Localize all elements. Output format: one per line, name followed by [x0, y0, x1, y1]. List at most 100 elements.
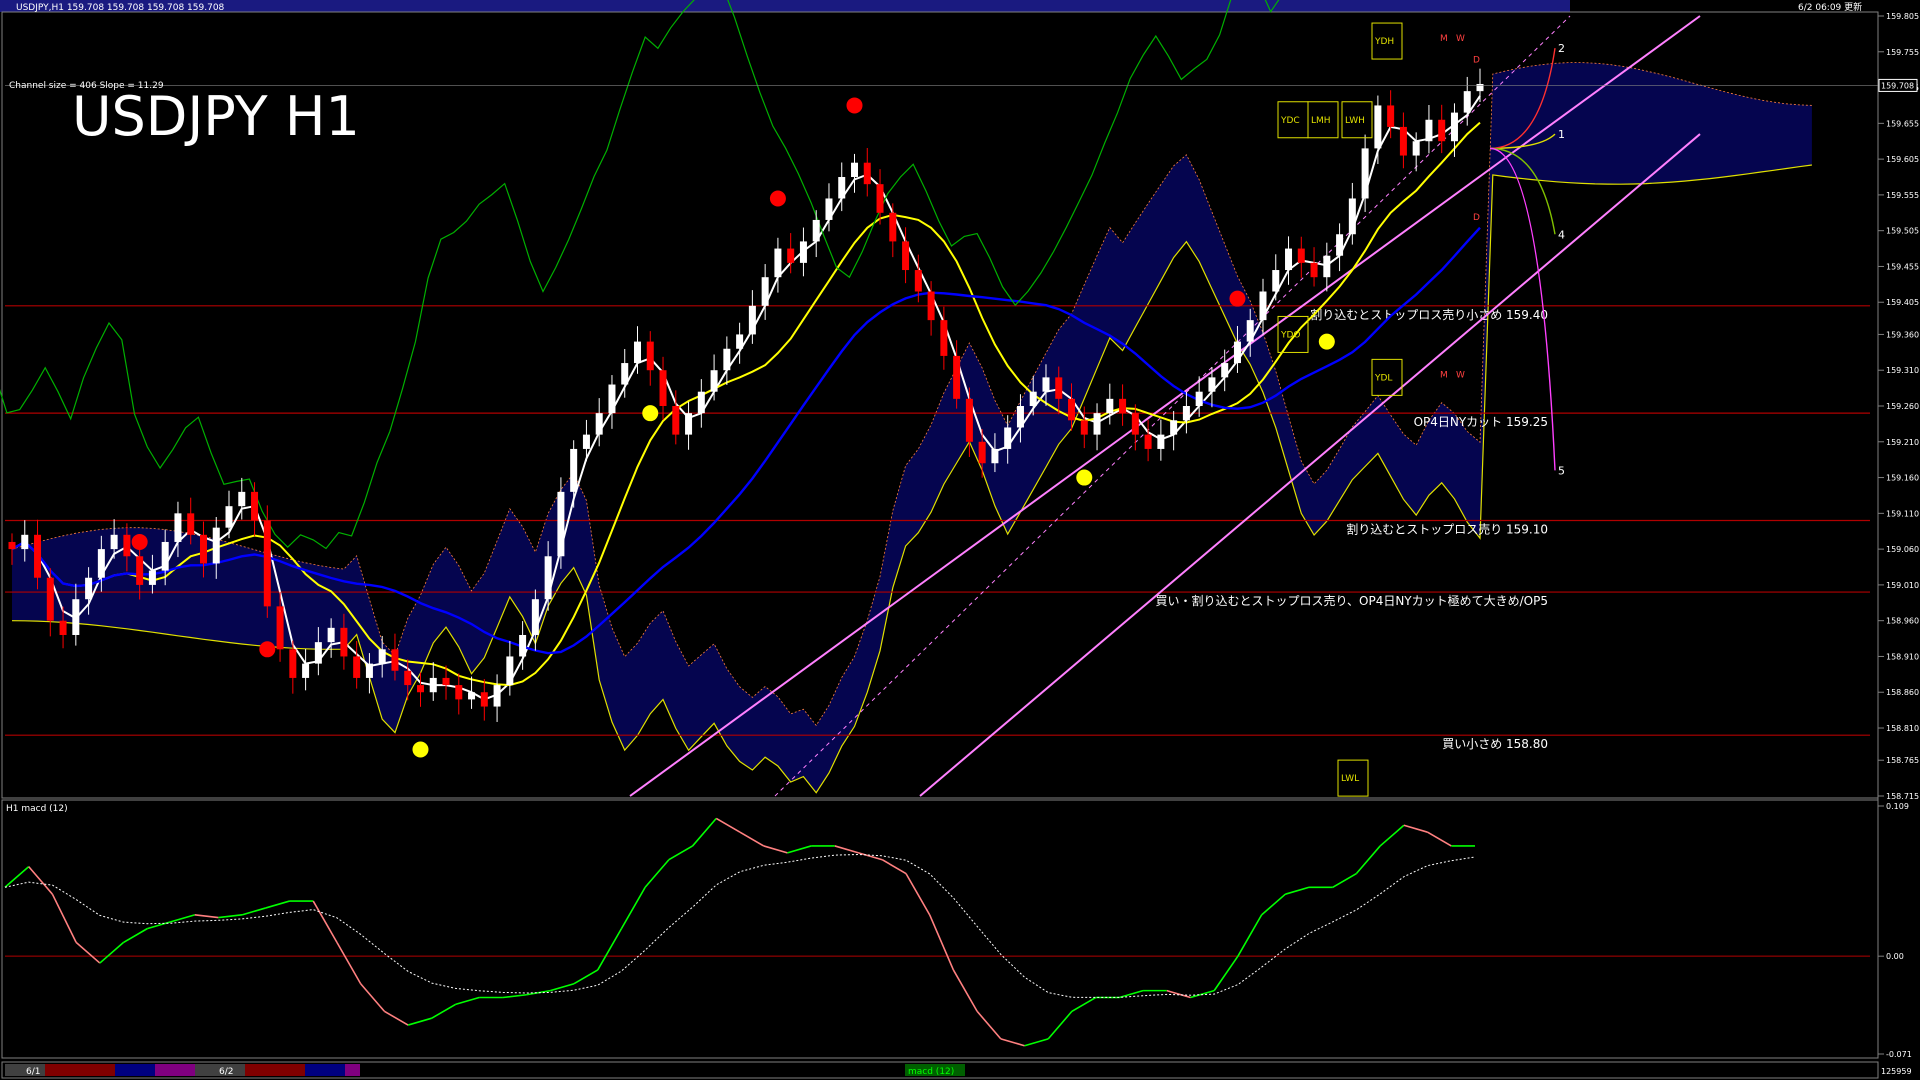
- candle-body: [416, 685, 424, 693]
- candle-body: [889, 212, 897, 242]
- projection-label: 4: [1558, 228, 1565, 241]
- price-tick-label: 159.010: [1886, 581, 1919, 590]
- price-tick-label: 158.860: [1886, 688, 1919, 697]
- candle-body: [85, 577, 93, 600]
- candle-body: [544, 556, 552, 600]
- price-tick-label: 158.910: [1886, 652, 1919, 661]
- candle-body: [1055, 377, 1063, 399]
- candle-body: [1450, 112, 1458, 142]
- candle-body: [633, 341, 641, 364]
- candle-body: [429, 677, 437, 693]
- candle-body: [1170, 420, 1178, 435]
- sell-signal-icon: [769, 190, 786, 207]
- candle-body: [480, 692, 488, 707]
- price-tick-label: 158.765: [1886, 756, 1919, 765]
- candle-body: [1387, 105, 1395, 127]
- price-tick-label: 159.655: [1886, 119, 1919, 128]
- price-tick-label: 159.360: [1886, 330, 1919, 339]
- candle-body: [940, 320, 948, 356]
- chart-canvas: 割り込むとストップロス売り小さめ 159.40 OP4日NYカット 159.25 割…: [0, 0, 1920, 1080]
- candle-body: [1093, 413, 1101, 435]
- candle-body: [123, 534, 131, 557]
- candle-body: [148, 570, 156, 585]
- candle-body: [991, 448, 999, 464]
- date-label-1: 6/1: [26, 1067, 40, 1077]
- server-time: 6/2 06:09 更新: [1798, 1, 1862, 13]
- candle-body: [21, 534, 29, 550]
- macd-tab-label: macd (12): [908, 1067, 954, 1077]
- candle-body: [774, 248, 782, 278]
- projection-label: 1: [1558, 128, 1565, 141]
- level-label: OP4日NYカット 159.25: [1414, 415, 1548, 429]
- candle-body: [531, 599, 539, 635]
- price-tick-label: 158.960: [1886, 617, 1919, 626]
- macd-tick-label: 0.109: [1886, 802, 1909, 811]
- candle-body: [97, 549, 105, 578]
- candle-body: [327, 627, 335, 643]
- candle-body: [863, 162, 871, 185]
- period-box-label: LWH: [1345, 116, 1365, 126]
- price-tick-label: 159.505: [1886, 227, 1919, 236]
- candle-body: [391, 649, 399, 671]
- candle-body: [493, 685, 501, 707]
- period-box-label: M: [1440, 370, 1448, 380]
- buy-signal-icon: [1076, 469, 1093, 486]
- candle-body: [748, 305, 756, 335]
- macd-tick-label: -0.071: [1886, 1050, 1912, 1059]
- candle-body: [646, 341, 654, 371]
- sell-signal-icon: [1229, 290, 1246, 307]
- candle-body: [1361, 148, 1369, 199]
- sell-signal-icon: [846, 97, 863, 114]
- period-box-label: YDO: [1280, 330, 1301, 340]
- candle-body: [672, 406, 680, 435]
- candle-body: [914, 270, 922, 292]
- level-label: 割り込むとストップロス売り小さめ 159.40: [1310, 307, 1548, 322]
- candle-body: [8, 541, 16, 550]
- candle-body: [1208, 377, 1216, 392]
- candle-body: [1285, 248, 1293, 271]
- candle-body: [340, 627, 348, 657]
- candle-body: [34, 534, 42, 578]
- candle-body: [965, 398, 973, 442]
- date-label-2: 6/2: [219, 1067, 233, 1077]
- candle-body: [825, 198, 833, 220]
- sell-signal-icon: [131, 533, 148, 550]
- candle-body: [812, 219, 820, 242]
- price-tick-label: 159.210: [1886, 438, 1919, 447]
- level-label: 買い小さめ 158.80: [1442, 737, 1548, 751]
- level-label: 割り込むとストップロス売り 159.10: [1346, 521, 1548, 536]
- current-price-label: 159.708: [1881, 81, 1914, 90]
- macd-title: H1 macd (12): [6, 804, 68, 814]
- price-tick-label: 159.455: [1886, 262, 1919, 271]
- candle-body: [212, 527, 220, 564]
- candle-body: [1463, 91, 1471, 113]
- candle-body: [136, 556, 144, 585]
- candle-body: [1195, 391, 1203, 406]
- candle-body: [1323, 255, 1331, 278]
- sell-signal-icon: [259, 641, 276, 658]
- candle-body: [787, 248, 795, 263]
- projection-label: 5: [1558, 464, 1565, 477]
- buy-signal-icon: [412, 741, 429, 758]
- candle-body: [978, 441, 986, 464]
- candle-body: [1068, 398, 1076, 421]
- candle-body: [1004, 427, 1012, 449]
- price-tick-label: 158.715: [1886, 792, 1919, 801]
- candle-body: [1425, 119, 1433, 142]
- candle-body: [365, 663, 373, 678]
- candle-body: [187, 513, 195, 535]
- candle-body: [1246, 320, 1254, 342]
- price-tick-label: 159.110: [1886, 509, 1919, 518]
- candle-body: [876, 184, 884, 213]
- price-tick-label: 159.260: [1886, 402, 1919, 411]
- candle-body: [1259, 291, 1267, 321]
- candle-body: [1310, 262, 1318, 278]
- level-label: 買い・割り込むとストップロス売り、OP4日NYカット極めて大きめ/OP5: [1155, 593, 1548, 608]
- candle-body: [263, 520, 271, 607]
- price-tick-label: 159.755: [1886, 48, 1919, 57]
- period-box-label: YDC: [1280, 116, 1300, 126]
- candle-body: [1476, 83, 1484, 92]
- candle-body: [468, 692, 476, 700]
- candle-body: [251, 491, 259, 521]
- period-box-label: W: [1456, 34, 1465, 44]
